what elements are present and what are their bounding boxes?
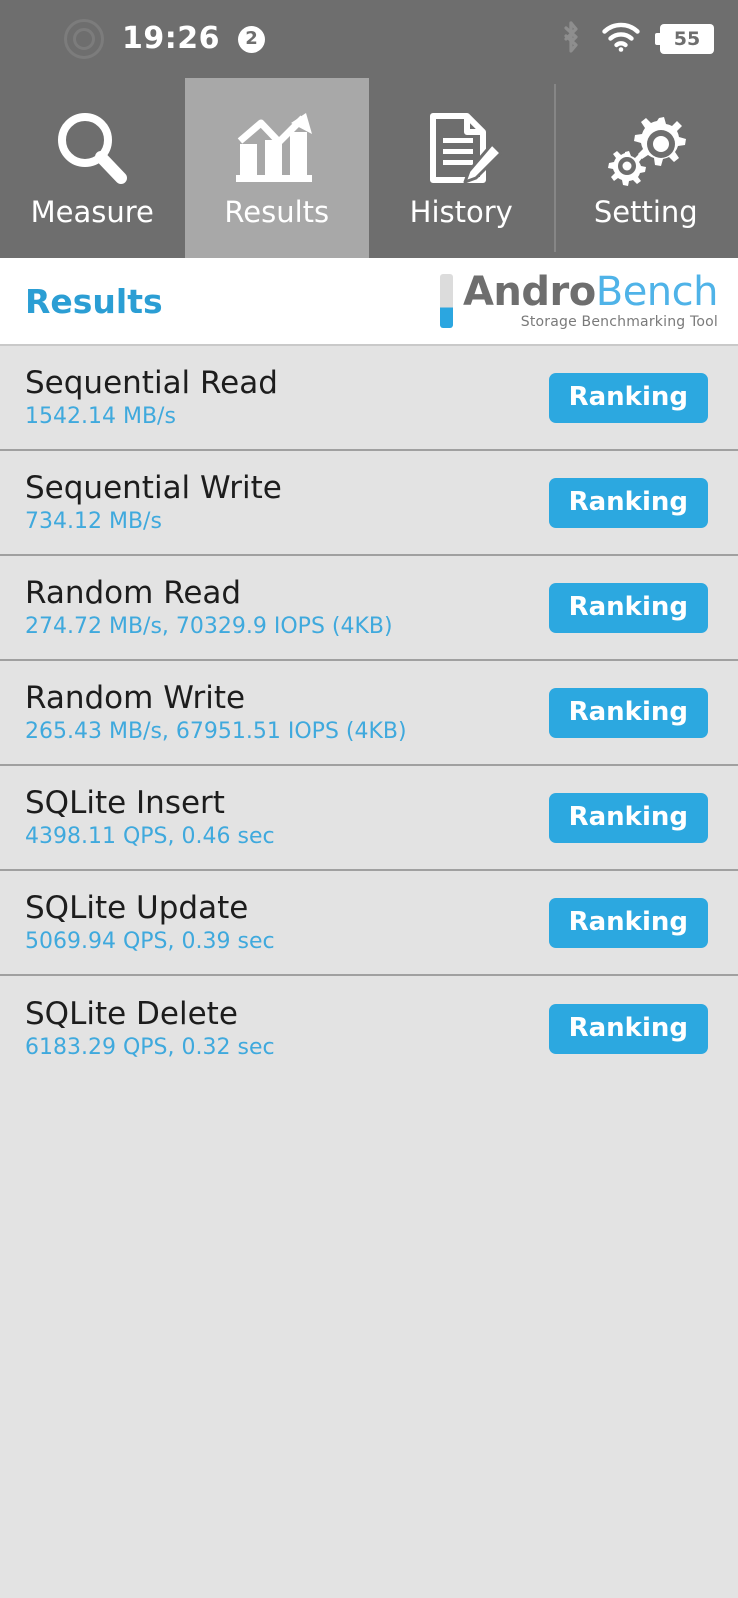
result-value: 1542.14 MB/s — [25, 403, 176, 429]
result-value: 5069.94 QPS, 0.39 sec — [25, 928, 275, 954]
androbench-logo: AndroBench Storage Benchmarking Tool — [439, 272, 719, 330]
tab-label-history: History — [409, 194, 513, 229]
tab-measure[interactable]: Measure — [0, 78, 185, 258]
status-bar-left: 19:26 2 — [0, 19, 265, 59]
status-bar-right: 55 — [560, 20, 714, 58]
battery-level-label: 55 — [673, 27, 701, 50]
wifi-icon — [602, 22, 640, 56]
status-bar: 19:26 2 55 — [0, 0, 738, 78]
camera-punch-hole-icon — [64, 19, 104, 59]
ranking-button[interactable]: Ranking — [548, 792, 708, 843]
result-title: SQLite Update — [25, 889, 249, 926]
logo-primary-word: Andro — [462, 269, 596, 315]
bar-chart-icon — [234, 110, 320, 188]
ranking-button[interactable]: Ranking — [548, 477, 708, 528]
notification-count-badge: 2 — [238, 25, 265, 53]
table-row[interactable]: Random Write 265.43 MB/s, 67951.51 IOPS … — [0, 661, 738, 766]
table-row[interactable]: SQLite Delete 6183.29 QPS, 0.32 sec Rank… — [0, 976, 738, 1081]
app-header: Results AndroBench Storage Benchmarking … — [0, 258, 738, 346]
tab-history[interactable]: History — [369, 78, 554, 258]
ranking-button[interactable]: Ranking — [548, 1003, 708, 1054]
battery-indicator: 55 — [655, 24, 714, 54]
logo-tagline: Storage Benchmarking Tool — [520, 314, 718, 330]
main-tab-bar: Measure Results History Setting — [0, 78, 738, 258]
result-title: Sequential Read — [25, 364, 278, 401]
result-title: SQLite Delete — [25, 995, 238, 1032]
tab-setting[interactable]: Setting — [553, 78, 738, 258]
results-list: Sequential Read 1542.14 MB/s Ranking Seq… — [0, 346, 738, 1081]
result-title: Random Read — [25, 574, 242, 611]
bluetooth-icon — [560, 20, 582, 58]
row-texts: Sequential Write 734.12 MB/s — [25, 469, 282, 534]
row-texts: SQLite Insert 4398.11 QPS, 0.46 sec — [25, 784, 275, 849]
page-title: Results — [25, 281, 163, 321]
ranking-button[interactable]: Ranking — [548, 372, 708, 423]
tab-results[interactable]: Results — [184, 78, 369, 258]
result-value: 274.72 MB/s, 70329.9 IOPS (4KB) — [25, 613, 393, 639]
logo-bar-icon — [439, 274, 453, 328]
result-value: 4398.11 QPS, 0.46 sec — [25, 823, 275, 849]
row-texts: SQLite Delete 6183.29 QPS, 0.32 sec — [25, 995, 275, 1060]
result-value: 265.43 MB/s, 67951.51 IOPS (4KB) — [25, 718, 407, 744]
tab-label-setting: Setting — [593, 194, 698, 229]
magnifier-icon — [51, 110, 133, 188]
result-title: Sequential Write — [25, 469, 282, 506]
result-value: 6183.29 QPS, 0.32 sec — [25, 1034, 275, 1060]
ranking-button[interactable]: Ranking — [548, 687, 708, 738]
ranking-button[interactable]: Ranking — [548, 582, 708, 633]
table-row[interactable]: SQLite Insert 4398.11 QPS, 0.46 sec Rank… — [0, 766, 738, 871]
document-pencil-icon — [419, 110, 503, 188]
table-row[interactable]: SQLite Update 5069.94 QPS, 0.39 sec Rank… — [0, 871, 738, 976]
logo-secondary-word: Bench — [595, 269, 719, 315]
clock-label: 19:26 — [122, 21, 220, 56]
result-value: 734.12 MB/s — [25, 508, 162, 534]
row-texts: Random Read 274.72 MB/s, 70329.9 IOPS (4… — [25, 574, 393, 639]
row-texts: Random Write 265.43 MB/s, 67951.51 IOPS … — [25, 679, 407, 744]
table-row[interactable]: Random Read 274.72 MB/s, 70329.9 IOPS (4… — [0, 556, 738, 661]
table-row[interactable]: Sequential Read 1542.14 MB/s Ranking — [0, 346, 738, 451]
tab-label-results: Results — [224, 194, 330, 229]
gears-icon — [601, 110, 691, 188]
logo-wordmark: AndroBench — [463, 272, 719, 312]
tab-label-measure: Measure — [30, 194, 154, 229]
result-title: SQLite Insert — [25, 784, 225, 821]
row-texts: SQLite Update 5069.94 QPS, 0.39 sec — [25, 889, 275, 954]
result-title: Random Write — [25, 679, 246, 716]
row-texts: Sequential Read 1542.14 MB/s — [25, 364, 278, 429]
table-row[interactable]: Sequential Write 734.12 MB/s Ranking — [0, 451, 738, 556]
phone-screen: 19:26 2 55 Measure Results History Setti… — [0, 0, 738, 1598]
ranking-button[interactable]: Ranking — [548, 897, 708, 948]
logo-text: AndroBench Storage Benchmarking Tool — [463, 272, 719, 330]
